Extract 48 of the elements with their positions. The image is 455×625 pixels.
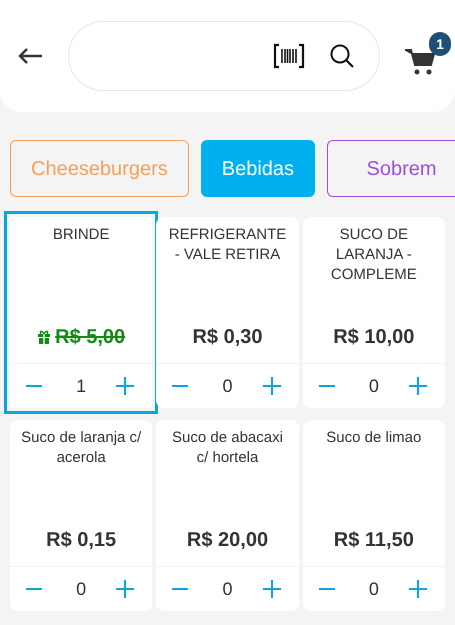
quantity-value: 0 bbox=[222, 375, 232, 398]
minus-icon bbox=[26, 384, 42, 388]
product-price: R$ 0,15 bbox=[46, 528, 116, 553]
plus-icon bbox=[116, 580, 134, 598]
quantity-value: 0 bbox=[368, 375, 379, 398]
product-name: Suco de limao bbox=[326, 428, 422, 448]
minus-icon bbox=[318, 384, 335, 388]
product-card[interactable]: SUCO DE LARANJA - COMPLEME R$ 10,00 0 bbox=[302, 217, 445, 408]
product-price: R$ 5,00 bbox=[55, 325, 126, 350]
category-tab[interactable]: Sobrem bbox=[327, 140, 455, 197]
plus-button[interactable] bbox=[116, 376, 136, 396]
product-price: R$ 11,50 bbox=[334, 528, 414, 553]
product-price: R$ 10,00 bbox=[333, 325, 414, 350]
product-price: R$ 0,30 bbox=[192, 325, 263, 350]
cart-count-badge: 1 bbox=[429, 32, 451, 56]
plus-icon bbox=[262, 580, 281, 598]
quantity-value: 0 bbox=[368, 578, 379, 601]
barcode-icon[interactable] bbox=[273, 43, 305, 69]
plus-icon bbox=[408, 377, 427, 395]
product-card[interactable]: Suco de abacaxi c/ hortela R$ 20,00 0 bbox=[156, 420, 299, 611]
plus-button[interactable] bbox=[408, 579, 429, 599]
search-field[interactable] bbox=[68, 21, 380, 91]
plus-icon bbox=[408, 580, 427, 598]
quantity-value: 1 bbox=[76, 375, 86, 398]
product-name: BRINDE bbox=[52, 225, 110, 245]
product-card[interactable]: REFRIGERANTE - VALE RETIRA R$ 0,30 0 bbox=[156, 217, 299, 408]
cart-icon[interactable] bbox=[405, 48, 435, 76]
plus-button[interactable] bbox=[116, 579, 136, 599]
plus-button[interactable] bbox=[262, 376, 283, 396]
search-icon[interactable] bbox=[329, 43, 355, 69]
minus-icon bbox=[172, 384, 188, 388]
plus-icon bbox=[262, 377, 281, 395]
minus-icon bbox=[172, 587, 188, 591]
product-card[interactable]: BRINDE R$ 5,00 1 bbox=[4, 211, 158, 414]
quantity-value: 0 bbox=[222, 578, 232, 601]
plus-icon bbox=[116, 377, 134, 395]
plus-button[interactable] bbox=[408, 376, 429, 396]
product-name: Suco de abacaxi c/ hortela bbox=[171, 428, 284, 468]
product-card[interactable]: Suco de laranja c/ acerola R$ 0,15 0 bbox=[10, 420, 152, 611]
minus-icon bbox=[26, 587, 42, 591]
quantity-value: 0 bbox=[76, 578, 86, 601]
minus-icon bbox=[318, 587, 335, 591]
product-name: SUCO DE LARANJA - COMPLEME bbox=[330, 225, 418, 285]
product-name: Suco de laranja c/ acerola bbox=[20, 428, 142, 468]
product-card[interactable]: Suco de limao R$ 11,50 0 bbox=[302, 420, 445, 611]
product-price: R$ 20,00 bbox=[186, 528, 268, 553]
product-name: REFRIGERANTE - VALE RETIRA bbox=[168, 225, 288, 265]
plus-button[interactable] bbox=[262, 579, 283, 599]
